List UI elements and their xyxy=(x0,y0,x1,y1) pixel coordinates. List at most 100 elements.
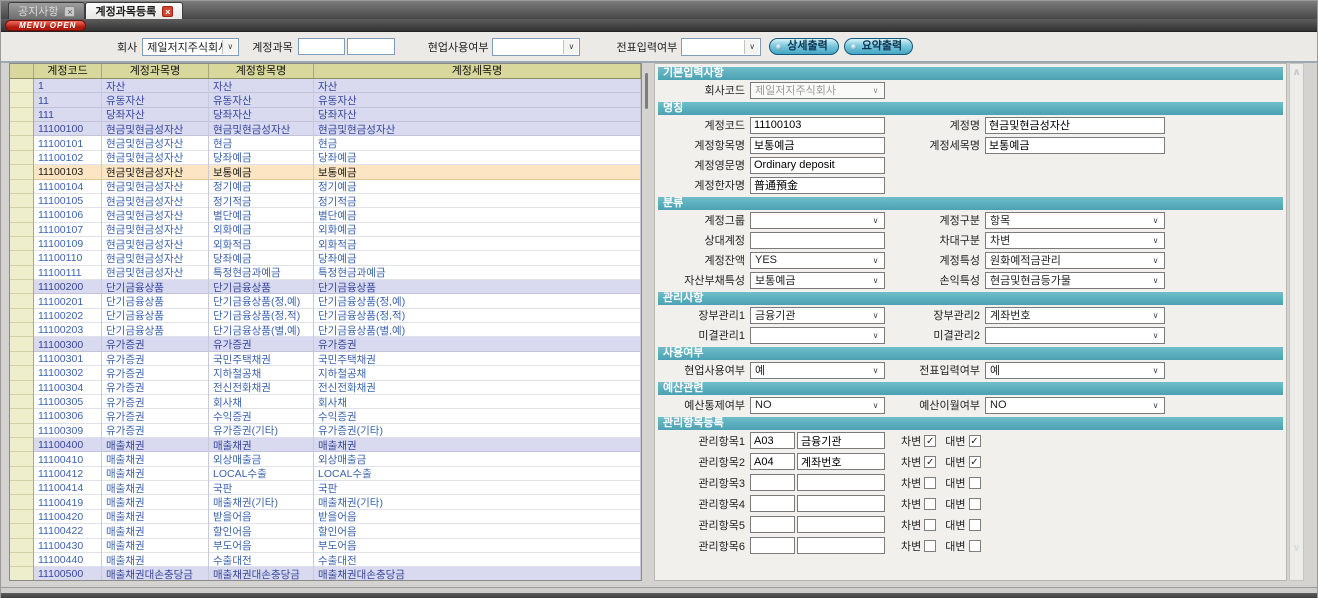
company-code-select[interactable]: 제일저지주식회사 ∨ xyxy=(750,82,885,99)
row-selector-cell[interactable] xyxy=(10,136,34,150)
detail-print-button[interactable]: 상세출력 xyxy=(769,38,838,55)
row-selector-cell[interactable] xyxy=(10,409,34,423)
management-item-code-input[interactable] xyxy=(750,537,795,554)
row-selector-cell[interactable] xyxy=(10,337,34,351)
table-row[interactable]: 11100201 단기금융상품 단기금융상품(정,예) 단기금융상품(정,예) xyxy=(10,294,641,308)
debit-checkbox[interactable] xyxy=(924,498,936,510)
table-row[interactable]: 111 당좌자산 당좌자산 당좌자산 xyxy=(10,108,641,122)
grid-scrollbar[interactable] xyxy=(642,63,652,581)
row-selector-cell[interactable] xyxy=(10,208,34,222)
credit-checkbox[interactable] xyxy=(969,498,981,510)
row-selector-cell[interactable] xyxy=(10,165,34,179)
management-item-name-input[interactable] xyxy=(797,432,885,449)
row-selector-cell[interactable] xyxy=(10,237,34,251)
row-selector-cell[interactable] xyxy=(10,194,34,208)
asset-liability-attribute-select[interactable]: 보통예금∨ xyxy=(750,272,885,289)
row-selector-cell[interactable] xyxy=(10,180,34,194)
row-selector-cell[interactable] xyxy=(10,223,34,237)
debit-checkbox[interactable] xyxy=(924,540,936,552)
credit-checkbox[interactable] xyxy=(969,519,981,531)
scroll-down-icon[interactable]: ∨ xyxy=(1290,543,1303,554)
row-selector-cell[interactable] xyxy=(10,108,34,122)
management-item-name-input[interactable] xyxy=(797,495,885,512)
management-item-code-input[interactable] xyxy=(750,453,795,470)
scroll-up-icon[interactable]: ∧ xyxy=(1290,67,1303,78)
table-row[interactable]: 11100400 매출채권 매출채권 매출채권 xyxy=(10,438,641,452)
account-balance-select[interactable]: YES∨ xyxy=(750,252,885,269)
credit-checkbox[interactable]: ✓ xyxy=(969,456,981,468)
table-row[interactable]: 11100102 현금및현금성자산 당좌예금 당좌예금 xyxy=(10,151,641,165)
form-scrollbar[interactable]: ∧ ∨ xyxy=(1289,63,1304,581)
slip-entry-form-select[interactable]: 예∨ xyxy=(985,362,1165,379)
close-icon[interactable]: × xyxy=(162,6,173,17)
table-row[interactable]: 11100420 매출채권 받을어음 받을어음 xyxy=(10,510,641,524)
table-row[interactable]: 11100111 현금및현금성자산 특정현금과예금 특정현금과예금 xyxy=(10,266,641,280)
row-selector-cell[interactable] xyxy=(10,539,34,553)
debit-checkbox[interactable]: ✓ xyxy=(924,456,936,468)
row-selector-cell[interactable] xyxy=(10,93,34,107)
menu-open-button[interactable]: MENU OPEN xyxy=(5,20,86,31)
table-row[interactable]: 11100101 현금및현금성자산 현금 현금 xyxy=(10,136,641,150)
table-row[interactable]: 11100304 유가증권 전신전화채권 전신전화채권 xyxy=(10,381,641,395)
pending-management1-select[interactable]: ∨ xyxy=(750,327,885,344)
account-hanja-name-field[interactable] xyxy=(750,177,885,194)
debit-checkbox[interactable]: ✓ xyxy=(924,435,936,447)
table-row[interactable]: 11100100 현금및현금성자산 현금및현금성자산 현금및현금성자산 xyxy=(10,122,641,136)
table-row[interactable]: 11100105 현금및현금성자산 정기적금 정기적금 xyxy=(10,194,641,208)
table-row[interactable]: 11100203 단기금융상품 단기금융상품(별,예) 단기금융상품(별,예) xyxy=(10,323,641,337)
credit-checkbox[interactable]: ✓ xyxy=(969,435,981,447)
credit-checkbox[interactable] xyxy=(969,477,981,489)
counter-account-field[interactable] xyxy=(750,232,885,249)
table-row[interactable]: 11100500 매출채권대손충당금 매출채권대손충당금 매출채권대손충당금 xyxy=(10,567,641,580)
table-row[interactable]: 11100301 유가증권 국민주택채권 국민주택채권 xyxy=(10,352,641,366)
table-row[interactable]: 11100103 현금및현금성자산 보통예금 보통예금 xyxy=(10,165,641,179)
row-selector-cell[interactable] xyxy=(10,266,34,280)
summary-print-button[interactable]: 요약출력 xyxy=(844,38,913,55)
table-row[interactable]: 11100422 매출채권 할인어음 할인어음 xyxy=(10,524,641,538)
table-row[interactable]: 11100200 단기금융상품 단기금융상품 단기금융상품 xyxy=(10,280,641,294)
table-row[interactable]: 1 자산 자산 자산 xyxy=(10,79,641,93)
row-selector-cell[interactable] xyxy=(10,553,34,567)
table-row[interactable]: 11100104 현금및현금성자산 정기예금 정기예금 xyxy=(10,180,641,194)
table-row[interactable]: 11 유동자산 유동자산 유동자산 xyxy=(10,93,641,107)
budget-carryover-select[interactable]: NO∨ xyxy=(985,397,1165,414)
table-row[interactable]: 11100309 유가증권 유가증권(기타) 유가증권(기타) xyxy=(10,424,641,438)
table-row[interactable]: 11100302 유가증권 지하철공채 지하철공채 xyxy=(10,366,641,380)
row-selector-cell[interactable] xyxy=(10,251,34,265)
account-code-search-input[interactable] xyxy=(298,38,345,55)
management-item-name-input[interactable] xyxy=(797,516,885,533)
business-use-form-select[interactable]: 예∨ xyxy=(750,362,885,379)
row-selector-cell[interactable] xyxy=(10,510,34,524)
profit-loss-attribute-select[interactable]: 현금및현금등가물∨ xyxy=(985,272,1165,289)
row-selector-cell[interactable] xyxy=(10,79,34,93)
company-select[interactable]: 제일저지주식회사 ∨ xyxy=(142,38,239,56)
table-row[interactable]: 11100412 매출채권 LOCAL수출 LOCAL수출 xyxy=(10,467,641,481)
debit-checkbox[interactable] xyxy=(924,519,936,531)
account-name-field[interactable] xyxy=(985,117,1165,134)
table-row[interactable]: 11100107 현금및현금성자산 외화예금 외화예금 xyxy=(10,223,641,237)
account-name-search-input[interactable] xyxy=(347,38,395,55)
management-item-code-input[interactable] xyxy=(750,495,795,512)
row-selector-cell[interactable] xyxy=(10,481,34,495)
row-selector-cell[interactable] xyxy=(10,495,34,509)
account-code-field[interactable] xyxy=(750,117,885,134)
management-item-code-input[interactable] xyxy=(750,516,795,533)
row-selector-cell[interactable] xyxy=(10,323,34,337)
row-selector-cell[interactable] xyxy=(10,424,34,438)
table-row[interactable]: 11100106 현금및현금성자산 별단예금 별단예금 xyxy=(10,208,641,222)
account-group-select[interactable]: ∨ xyxy=(750,212,885,229)
slip-entry-select[interactable]: ∨ xyxy=(681,38,761,56)
row-selector-cell[interactable] xyxy=(10,567,34,580)
row-selector-cell[interactable] xyxy=(10,366,34,380)
management-item-name-input[interactable] xyxy=(797,453,885,470)
book-management2-select[interactable]: 계좌번호∨ xyxy=(985,307,1165,324)
tab-account-registration[interactable]: 계정과목등록 × xyxy=(85,2,183,19)
table-row[interactable]: 11100300 유가증권 유가증권 유가증권 xyxy=(10,337,641,351)
table-row[interactable]: 11100109 현금및현금성자산 외화적금 외화적금 xyxy=(10,237,641,251)
table-row[interactable]: 11100202 단기금융상품 단기금융상품(정,적) 단기금융상품(정,적) xyxy=(10,309,641,323)
table-row[interactable]: 11100440 매출채권 수출대전 수출대전 xyxy=(10,553,641,567)
table-row[interactable]: 11100419 매출채권 매출채권(기타) 매출채권(기타) xyxy=(10,495,641,509)
close-icon[interactable]: × xyxy=(64,6,75,17)
row-selector-cell[interactable] xyxy=(10,524,34,538)
management-item-code-input[interactable] xyxy=(750,474,795,491)
